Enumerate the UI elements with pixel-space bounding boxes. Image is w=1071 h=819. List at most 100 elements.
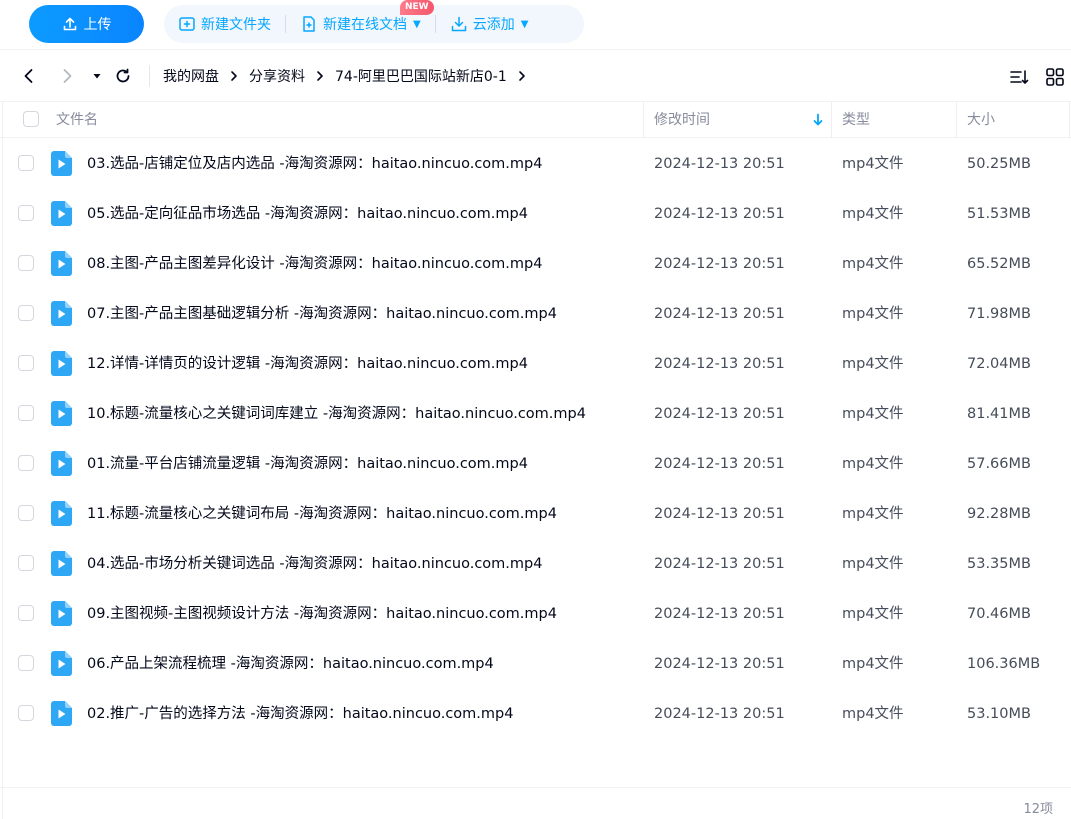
row-checkbox[interactable] bbox=[18, 255, 34, 271]
new-document-icon bbox=[303, 16, 315, 32]
back-button[interactable] bbox=[19, 66, 39, 86]
new-folder-icon bbox=[179, 17, 195, 31]
table-row[interactable]: 05.选品-定向征品市场选品 -海淘资源网：haitao.nincuo.com.… bbox=[0, 189, 1071, 239]
file-size: 53.35MB bbox=[967, 556, 1031, 572]
file-size: 92.28MB bbox=[967, 506, 1031, 522]
column-header-type[interactable]: 类型 bbox=[842, 102, 870, 138]
chevron-right-icon bbox=[63, 69, 72, 83]
file-name[interactable]: 12.详情-详情页的设计逻辑 -海淘资源网：haitao.nincuo.com.… bbox=[87, 339, 528, 389]
table-row[interactable]: 09.主图视频-主图视频设计方法 -海淘资源网：haitao.nincuo.co… bbox=[0, 589, 1071, 639]
file-type: mp4文件 bbox=[842, 256, 904, 272]
column-divider bbox=[831, 102, 832, 138]
file-name[interactable]: 05.选品-定向征品市场选品 -海淘资源网：haitao.nincuo.com.… bbox=[87, 189, 528, 239]
table-row[interactable]: 02.推广-广告的选择方法 -海淘资源网：haitao.nincuo.com.m… bbox=[0, 689, 1071, 739]
file-type: mp4文件 bbox=[842, 406, 904, 422]
toolbar: 上传 新建文件夹 新建在线文档 ▼ NEW 云添加 ▼ bbox=[0, 0, 1071, 50]
toolbar-action-group: 新建文件夹 新建在线文档 ▼ NEW 云添加 ▼ bbox=[164, 0, 584, 43]
footer: 12项 bbox=[0, 787, 1071, 819]
table-row[interactable]: 01.流量-平台店铺流量逻辑 -海淘资源网：haitao.nincuo.com.… bbox=[0, 439, 1071, 489]
nav-divider bbox=[149, 65, 150, 87]
file-name[interactable]: 02.推广-广告的选择方法 -海淘资源网：haitao.nincuo.com.m… bbox=[87, 689, 513, 739]
row-checkbox[interactable] bbox=[18, 655, 34, 671]
file-type: mp4文件 bbox=[842, 456, 904, 472]
cloud-add-label: 云添加 bbox=[472, 17, 515, 33]
file-modified-time: 2024-12-13 20:51 bbox=[654, 506, 785, 522]
row-checkbox[interactable] bbox=[18, 705, 34, 721]
video-file-icon bbox=[51, 251, 72, 276]
item-count: 12项 bbox=[1023, 802, 1053, 817]
table-row[interactable]: 07.主图-产品主图基础逻辑分析 -海淘资源网：haitao.nincuo.co… bbox=[0, 289, 1071, 339]
breadcrumb-item-current-folder[interactable]: 74-阿里巴巴国际站新店0-1 bbox=[335, 66, 507, 86]
new-online-doc-button[interactable]: 新建在线文档 ▼ NEW bbox=[300, 0, 434, 43]
breadcrumb-item-my-drive[interactable]: 我的网盘 bbox=[163, 66, 219, 86]
row-checkbox[interactable] bbox=[18, 155, 34, 171]
new-folder-button[interactable]: 新建文件夹 bbox=[178, 5, 271, 43]
chevron-right-icon[interactable] bbox=[515, 69, 529, 83]
row-checkbox[interactable] bbox=[18, 555, 34, 571]
file-type: mp4文件 bbox=[842, 156, 904, 172]
file-size: 57.66MB bbox=[967, 456, 1031, 472]
video-file-icon bbox=[51, 501, 72, 526]
row-checkbox[interactable] bbox=[18, 405, 34, 421]
file-size: 71.98MB bbox=[967, 306, 1031, 322]
file-name[interactable]: 03.选品-店铺定位及店内选品 -海淘资源网：haitao.nincuo.com… bbox=[87, 139, 542, 189]
caret-down-icon: ▼ bbox=[520, 18, 529, 30]
file-name[interactable]: 08.主图-产品主图差异化设计 -海淘资源网：haitao.nincuo.com… bbox=[87, 239, 542, 289]
cloud-add-button[interactable]: 云添加 ▼ bbox=[450, 5, 529, 43]
breadcrumb-item-shared[interactable]: 分享资料 bbox=[249, 66, 305, 86]
select-all-checkbox[interactable] bbox=[23, 111, 39, 127]
video-file-icon bbox=[51, 551, 72, 576]
upload-label: 上传 bbox=[83, 17, 112, 33]
upload-button[interactable]: 上传 bbox=[29, 5, 144, 43]
new-badge: NEW bbox=[400, 0, 434, 15]
row-checkbox[interactable] bbox=[18, 455, 34, 471]
file-modified-time: 2024-12-13 20:51 bbox=[654, 406, 785, 422]
table-row[interactable]: 11.标题-流量核心之关键词布局 -海淘资源网：haitao.nincuo.co… bbox=[0, 489, 1071, 539]
grid-view-icon bbox=[1046, 68, 1064, 86]
file-type: mp4文件 bbox=[842, 556, 904, 572]
file-name[interactable]: 06.产品上架流程梳理 -海淘资源网：haitao.nincuo.com.mp4 bbox=[87, 639, 494, 689]
row-checkbox[interactable] bbox=[18, 605, 34, 621]
file-name[interactable]: 10.标题-流量核心之关键词词库建立 -海淘资源网：haitao.nincuo.… bbox=[87, 389, 586, 439]
table-row[interactable]: 04.选品-市场分析关键词选品 -海淘资源网：haitao.nincuo.com… bbox=[0, 539, 1071, 589]
table-row[interactable]: 03.选品-店铺定位及店内选品 -海淘资源网：haitao.nincuo.com… bbox=[0, 139, 1071, 189]
file-size: 53.10MB bbox=[967, 706, 1031, 722]
file-modified-time: 2024-12-13 20:51 bbox=[654, 256, 785, 272]
file-size: 81.41MB bbox=[967, 406, 1031, 422]
file-list: 03.选品-店铺定位及店内选品 -海淘资源网：haitao.nincuo.com… bbox=[0, 139, 1071, 739]
breadcrumb: 我的网盘 分享资料 74-阿里巴巴国际站新店0-1 bbox=[163, 66, 537, 86]
file-table-header: 文件名 修改时间 类型 大小 bbox=[0, 101, 1071, 138]
row-checkbox[interactable] bbox=[18, 205, 34, 221]
row-checkbox[interactable] bbox=[18, 305, 34, 321]
file-modified-time: 2024-12-13 20:51 bbox=[654, 306, 785, 322]
forward-button[interactable] bbox=[57, 66, 77, 86]
cloud-download-icon bbox=[451, 16, 466, 32]
column-divider bbox=[1069, 102, 1070, 138]
file-name[interactable]: 07.主图-产品主图基础逻辑分析 -海淘资源网：haitao.nincuo.co… bbox=[87, 289, 557, 339]
file-name[interactable]: 04.选品-市场分析关键词选品 -海淘资源网：haitao.nincuo.com… bbox=[87, 539, 542, 589]
column-header-modified[interactable]: 修改时间 bbox=[654, 102, 710, 138]
table-row[interactable]: 08.主图-产品主图差异化设计 -海淘资源网：haitao.nincuo.com… bbox=[0, 239, 1071, 289]
video-file-icon bbox=[51, 151, 72, 176]
grid-view-button[interactable] bbox=[1045, 67, 1065, 87]
new-online-doc-label: 新建在线文档 bbox=[323, 17, 407, 33]
sort-descending-icon[interactable] bbox=[812, 113, 824, 127]
row-checkbox[interactable] bbox=[18, 505, 34, 521]
refresh-button[interactable] bbox=[113, 66, 133, 86]
row-checkbox[interactable] bbox=[18, 355, 34, 371]
table-row[interactable]: 12.详情-详情页的设计逻辑 -海淘资源网：haitao.nincuo.com.… bbox=[0, 339, 1071, 389]
file-name[interactable]: 09.主图视频-主图视频设计方法 -海淘资源网：haitao.nincuo.co… bbox=[87, 589, 557, 639]
table-row[interactable]: 06.产品上架流程梳理 -海淘资源网：haitao.nincuo.com.mp4… bbox=[0, 639, 1071, 689]
table-row[interactable]: 10.标题-流量核心之关键词词库建立 -海淘资源网：haitao.nincuo.… bbox=[0, 389, 1071, 439]
column-header-name[interactable]: 文件名 bbox=[56, 102, 98, 138]
history-dropdown-button[interactable] bbox=[87, 66, 107, 86]
column-header-size[interactable]: 大小 bbox=[967, 102, 995, 138]
file-size: 51.53MB bbox=[967, 206, 1031, 222]
file-name[interactable]: 11.标题-流量核心之关键词布局 -海淘资源网：haitao.nincuo.co… bbox=[87, 489, 557, 539]
file-name[interactable]: 01.流量-平台店铺流量逻辑 -海淘资源网：haitao.nincuo.com.… bbox=[87, 439, 528, 489]
file-modified-time: 2024-12-13 20:51 bbox=[654, 706, 785, 722]
sort-options-button[interactable] bbox=[1009, 67, 1029, 87]
upload-icon bbox=[63, 17, 76, 31]
chevron-right-icon bbox=[313, 69, 327, 83]
new-folder-label: 新建文件夹 bbox=[201, 17, 271, 33]
